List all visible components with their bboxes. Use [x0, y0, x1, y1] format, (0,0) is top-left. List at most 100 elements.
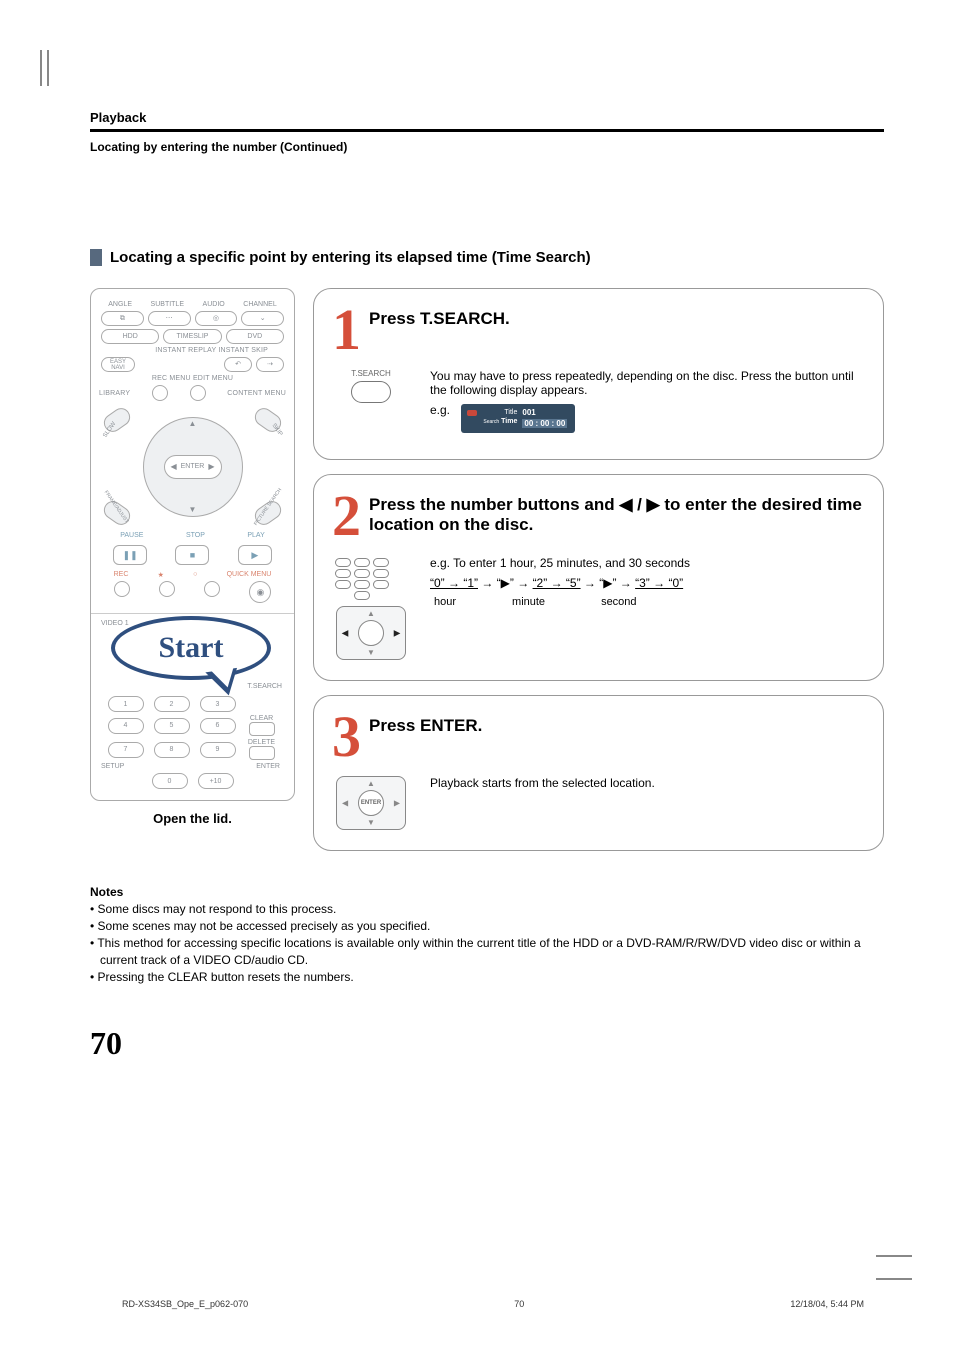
key-7[interactable]: 7: [108, 742, 144, 758]
footer: RD-XS34SB_Ope_E_p062-070 70 12/18/04, 5:…: [122, 1299, 864, 1309]
osd-display: Title Search Time 001 00 : 00 : 00: [461, 404, 575, 433]
delete-label: DELETE: [244, 739, 280, 746]
circle-button[interactable]: [204, 581, 220, 597]
page-number: 70: [90, 1025, 884, 1062]
mini-dpad-icon: ▲ ▼ ◀ ▶: [336, 606, 406, 660]
recmenu-editmenu-label: REC MENU EDIT MENU: [99, 375, 286, 382]
step-3-title: Press ENTER.: [369, 716, 482, 736]
edit-menu-button[interactable]: [190, 385, 206, 401]
pause-button[interactable]: ❚❚: [113, 545, 147, 565]
dpad-center[interactable]: ◀ ENTER ▶: [164, 455, 222, 479]
step-1-eg: e.g.: [430, 403, 450, 417]
mini-enter-label: ENTER: [358, 790, 384, 816]
left-arrow-icon: ◀: [619, 495, 632, 514]
dpad-right-icon: ▶: [208, 462, 214, 471]
remote-divider: [91, 613, 294, 614]
start-text: Start: [159, 631, 224, 665]
play-button[interactable]: ▶: [238, 545, 272, 565]
key-6[interactable]: 6: [200, 718, 236, 734]
dpad-enter-label: ENTER: [181, 463, 205, 470]
mini-left-icon-2: ◀: [342, 798, 348, 807]
stop-button[interactable]: ■: [175, 545, 209, 565]
dvd-button[interactable]: DVD: [226, 329, 284, 344]
mini-left-icon: ◀: [342, 628, 348, 637]
key-0[interactable]: 0: [152, 773, 188, 789]
steps-column: 1 Press T.SEARCH. T.SEARCH You may have …: [313, 288, 884, 865]
crop-mark-bottom-right: [876, 1255, 912, 1296]
key-plus10[interactable]: +10: [198, 773, 234, 789]
instant-replay-button[interactable]: ↶: [224, 357, 252, 372]
step-2-example-intro: e.g. To enter 1 hour, 25 minutes, and 30…: [430, 556, 863, 570]
enter-label: ENTER: [256, 763, 280, 770]
remote-label-channel: CHANNEL: [243, 301, 276, 308]
delete-button[interactable]: [249, 746, 275, 760]
footer-right: 12/18/04, 5:44 PM: [790, 1299, 864, 1309]
star-icon: ★: [158, 571, 164, 579]
easy-navi-button[interactable]: EASYNAVI: [101, 357, 135, 372]
step-1-text: You may have to press repeatedly, depend…: [430, 369, 863, 439]
remote-label-subtitle: SUBTITLE: [151, 301, 184, 308]
section-label: Playback: [90, 110, 884, 125]
step-1-number: 1: [332, 307, 361, 353]
dpad-down-icon: ▼: [189, 505, 197, 514]
note-item: Pressing the CLEAR button resets the num…: [90, 969, 884, 985]
key-4[interactable]: 4: [108, 718, 144, 734]
notes-heading: Notes: [90, 885, 884, 899]
step-1-icon-label: T.SEARCH: [332, 369, 410, 378]
step-2-icon: ▲ ▼ ◀ ▶: [332, 556, 410, 660]
circle-icon: ○: [193, 571, 197, 579]
key-3[interactable]: 3: [200, 696, 236, 712]
step-2-sequence: “0” → “1” → “▶” → “2” → “5” → “▶” → “3” …: [430, 576, 863, 590]
step-3-body: Playback starts from the selected locati…: [430, 776, 863, 790]
angle-button[interactable]: ⧉: [101, 311, 144, 326]
key-8[interactable]: 8: [154, 742, 190, 758]
subheading-text: Locating a specific point by entering it…: [110, 249, 591, 266]
step-1: 1 Press T.SEARCH. T.SEARCH You may have …: [313, 288, 884, 460]
channel-button[interactable]: ⌄: [241, 311, 284, 326]
mini-up-icon-2: ▲: [367, 779, 375, 788]
pause-label: PAUSE: [120, 532, 143, 539]
key-9[interactable]: 9: [200, 742, 236, 758]
subheading-row: Locating a specific point by entering it…: [90, 249, 884, 266]
dpad: SLOW SKIP FRAME/ADJUST PICTURE SEARCH ▲ …: [99, 409, 286, 524]
step-1-title: Press T.SEARCH.: [369, 309, 510, 329]
remote-label-angle: ANGLE: [108, 301, 132, 308]
instant-skip-button[interactable]: ⇢: [256, 357, 284, 372]
star-button[interactable]: [159, 581, 175, 597]
rec-menu-button[interactable]: [152, 385, 168, 401]
timeslip-button[interactable]: TIMESLIP: [163, 329, 221, 344]
step-1-icon: T.SEARCH: [332, 369, 410, 403]
subtitle-button[interactable]: ⋯: [148, 311, 191, 326]
step-3-text: Playback starts from the selected locati…: [430, 776, 863, 796]
stop-label: STOP: [186, 532, 205, 539]
key-1[interactable]: 1: [108, 696, 144, 712]
mini-keypad-icon: [332, 558, 392, 600]
remote-label-audio: AUDIO: [203, 301, 225, 308]
key-5[interactable]: 5: [154, 718, 190, 734]
audio-button[interactable]: ◎: [195, 311, 238, 326]
library-label: LIBRARY: [99, 390, 130, 397]
dpad-up-icon: ▲: [189, 419, 197, 428]
quickmenu-button[interactable]: ◉: [249, 581, 271, 603]
open-lid-caption: Open the lid.: [90, 811, 295, 826]
hdd-button[interactable]: HDD: [101, 329, 159, 344]
clear-button[interactable]: [249, 722, 275, 736]
step-3-icon: ▲ ▼ ◀ ▶ ENTER: [332, 776, 410, 830]
dpad-left-icon: ◀: [171, 462, 177, 471]
mini-dpad-enter-icon: ▲ ▼ ◀ ▶ ENTER: [336, 776, 406, 830]
numpad: 1 2 3 4 5 6 CLEAR 7 8 9: [99, 696, 286, 789]
footer-left: RD-XS34SB_Ope_E_p062-070: [122, 1299, 248, 1309]
rec-button[interactable]: [114, 581, 130, 597]
content-menu-label: CONTENT MENU: [227, 390, 286, 397]
key-2[interactable]: 2: [154, 696, 190, 712]
play-label: PLAY: [247, 532, 264, 539]
remote-diagram: ANGLE SUBTITLE AUDIO CHANNEL ⧉ ⋯ ◎ ⌄ HDD…: [90, 288, 295, 801]
step-2-seq-labels: hour minute second: [434, 596, 863, 608]
notes-section: Notes Some discs may not respond to this…: [90, 885, 884, 985]
note-item: This method for accessing specific locat…: [90, 935, 884, 967]
instant-labels: INSTANT REPLAY INSTANT SKIP: [99, 347, 268, 354]
rec-label: REC: [114, 571, 129, 579]
mini-down-icon: ▼: [367, 648, 375, 657]
step-3: 3 Press ENTER. ▲ ▼ ◀ ▶ ENTER: [313, 695, 884, 851]
right-arrow-icon: ▶: [647, 495, 660, 514]
